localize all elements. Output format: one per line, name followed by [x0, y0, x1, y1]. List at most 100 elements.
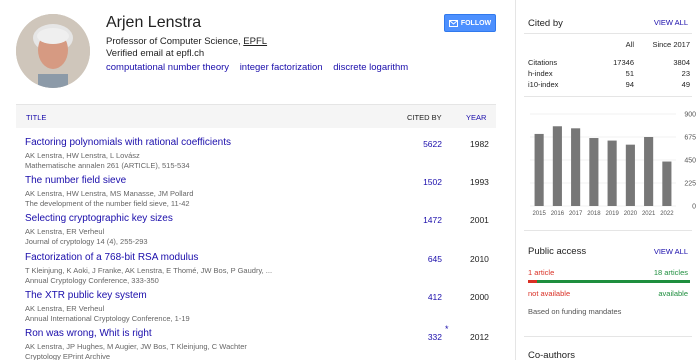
metric-all: 51	[625, 69, 634, 78]
article-year: 2010	[470, 254, 489, 264]
metric-label: Citations	[528, 58, 558, 67]
sort-by-year[interactable]: YEAR	[466, 113, 486, 122]
metric-all: 94	[625, 80, 634, 89]
table-row: The XTR public key system AK Lenstra, ER…	[16, 290, 496, 330]
metric-since: 23	[681, 69, 690, 78]
not-available-label: not available	[528, 289, 571, 298]
articles-table-header: TITLE CITED BY YEAR	[16, 104, 496, 128]
divider	[524, 230, 692, 231]
y-tick-label: 225	[684, 181, 696, 188]
citation-count[interactable]: 1502	[423, 177, 442, 187]
citation-count[interactable]: 332	[428, 332, 442, 342]
column-all: All	[625, 40, 634, 49]
article-authors: T Kleinjung, K Aoki, J Franke, AK Lenstr…	[25, 266, 273, 275]
x-tick-label: 2019	[605, 211, 619, 217]
article-year: 1993	[470, 177, 489, 187]
public-access-bar	[528, 280, 690, 283]
verified-email: Verified email at epfl.ch	[106, 48, 205, 59]
metric-since: 3804	[673, 58, 690, 67]
article-title[interactable]: The XTR public key system	[25, 290, 147, 301]
article-venue: The development of the number field siev…	[25, 199, 190, 208]
article-venue: Mathematische annalen 261 (ARTICLE), 515…	[25, 161, 190, 170]
article-authors: AK Lenstra, HW Lenstra, MS Manasse, JM P…	[25, 189, 194, 198]
chart-bar[interactable]	[662, 161, 672, 206]
metrics-header: All Since 2017	[528, 40, 690, 58]
table-row: The number field sieve AK Lenstra, HW Le…	[16, 175, 496, 215]
profile-affiliation: Professor of Computer Science, EPFL	[106, 36, 267, 47]
available-count[interactable]: 18 articles	[654, 268, 688, 277]
article-title[interactable]: Factorization of a 768-bit RSA modulus	[25, 252, 198, 263]
coauthors-heading: Co-authors	[528, 350, 575, 360]
chart-bar[interactable]	[589, 138, 599, 206]
citation-metrics: All Since 2017 Citations 17346 3804 h-in…	[528, 40, 690, 91]
article-title[interactable]: Factoring polynomials with rational coef…	[25, 137, 231, 148]
cited-by-heading: Cited by	[528, 18, 563, 29]
article-venue: Annual International Cryptology Conferen…	[25, 314, 190, 323]
citation-count[interactable]: 1472	[423, 215, 442, 225]
table-row: Factorization of a 768-bit RSA modulus T…	[16, 252, 496, 292]
citation-count[interactable]: 645	[428, 254, 442, 264]
sort-by-cited[interactable]: CITED BY	[407, 113, 442, 122]
metric-label: i10-index	[528, 80, 559, 89]
funding-note: Based on funding mandates	[528, 307, 622, 316]
y-tick-label: 675	[684, 135, 696, 142]
star-icon: *	[445, 324, 449, 334]
article-title[interactable]: The number field sieve	[25, 175, 126, 186]
article-venue: Annual Cryptology Conference, 333-350	[25, 276, 159, 285]
interest-link[interactable]: integer factorization	[240, 62, 323, 73]
citation-count[interactable]: 5622	[423, 139, 442, 149]
citation-count[interactable]: 412	[428, 292, 442, 302]
article-authors: AK Lenstra, ER Verheul	[25, 227, 105, 236]
affiliation-link[interactable]: EPFL	[243, 36, 267, 47]
chart-bar[interactable]	[607, 140, 617, 206]
y-tick-label: 900	[684, 112, 696, 119]
x-tick-label: 2022	[660, 211, 674, 217]
article-venue: Cryptology EPrint Archive	[25, 352, 111, 360]
public-access-view-all[interactable]: VIEW ALL	[654, 247, 688, 256]
metric-since: 49	[681, 80, 690, 89]
chart-bar[interactable]	[534, 133, 544, 206]
divider	[524, 336, 692, 337]
article-title[interactable]: Ron was wrong, Whit is right	[25, 328, 152, 339]
article-year: 2012	[470, 332, 489, 342]
table-row: Factoring polynomials with rational coef…	[16, 137, 496, 177]
x-tick-label: 2018	[587, 211, 601, 217]
available-label: available	[658, 289, 688, 298]
affiliation-text: Professor of Computer Science,	[106, 36, 244, 47]
citations-per-year-chart: 900 675 450 225 0 2015 2016 2017 2018 2019 2020 202…	[530, 112, 696, 217]
article-year: 1982	[470, 139, 489, 149]
metric-all: 17346	[613, 58, 634, 67]
article-title[interactable]: Selecting cryptographic key sizes	[25, 213, 173, 224]
chart-bar[interactable]	[552, 126, 562, 206]
table-row: Selecting cryptographic key sizes AK Len…	[16, 213, 496, 253]
profile-photo-image	[16, 14, 90, 88]
x-tick-label: 2017	[569, 211, 583, 217]
x-tick-label: 2020	[624, 211, 638, 217]
envelope-icon	[448, 19, 458, 27]
interest-link[interactable]: discrete logarithm	[333, 62, 408, 73]
article-authors: AK Lenstra, HW Lenstra, L Lovász	[25, 151, 140, 160]
x-tick-label: 2015	[532, 211, 546, 217]
metric-label: h-index	[528, 69, 553, 78]
profile-photo	[16, 14, 90, 88]
divider	[524, 96, 692, 97]
research-interests: computational number theory integer fact…	[106, 62, 416, 73]
article-venue: Journal of cryptology 14 (4), 255-293	[25, 237, 148, 246]
not-available-fill	[528, 280, 537, 283]
divider	[524, 33, 692, 34]
chart-bar[interactable]	[571, 128, 581, 206]
cited-by-view-all[interactable]: VIEW ALL	[654, 18, 688, 27]
follow-button[interactable]: FOLLOW	[444, 14, 496, 32]
interest-link[interactable]: computational number theory	[106, 62, 229, 73]
table-row: Ron was wrong, Whit is right AK Lenstra,…	[16, 324, 496, 360]
metric-row: i10-index 94 49	[528, 80, 690, 91]
article-year: 2000	[470, 292, 489, 302]
article-authors: AK Lenstra, JP Hughes, M Augier, JW Bos,…	[25, 342, 247, 351]
sort-by-title[interactable]: TITLE	[26, 113, 46, 122]
y-tick-label: 0	[692, 204, 696, 211]
x-tick-label: 2021	[642, 211, 656, 217]
chart-bar[interactable]	[625, 144, 635, 206]
chart-bar[interactable]	[644, 137, 654, 206]
not-available-count[interactable]: 1 article	[528, 268, 554, 277]
column-since: Since 2017	[652, 40, 690, 49]
